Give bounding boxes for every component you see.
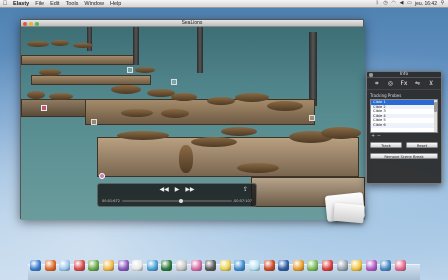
tracking-handle[interactable]	[127, 67, 133, 73]
elapsed-time: 00:01:672	[102, 199, 120, 203]
dock-app-icon[interactable]	[176, 260, 187, 271]
menu-extras: ᛒ ◷ ◠ ◀ ▭ jeu. 16:42 ⚲	[375, 1, 448, 7]
reset-button[interactable]: Reset	[406, 142, 438, 148]
video-window: SeaLions ◀◀ ▶ ▶▶ ⇪ 00:01:672 -00:07:107	[20, 19, 365, 220]
dock-app-icon[interactable]	[73, 260, 85, 271]
fx-icon[interactable]: Fx	[399, 80, 408, 87]
dock-app-icon[interactable]	[365, 260, 377, 271]
crop-icon[interactable]: ⌗	[372, 80, 381, 88]
dock-app-icon[interactable]	[219, 260, 231, 271]
dock-app-icon[interactable]	[278, 260, 290, 271]
target-icon[interactable]: ◎	[386, 80, 395, 87]
menu-tools[interactable]: Tools	[63, 1, 82, 7]
dock-app-icon[interactable]	[30, 260, 41, 271]
dock-app-icon[interactable]	[88, 260, 100, 271]
tool-row: ⌗ ◎ Fx ⇋ ⊻	[367, 78, 441, 90]
dock-app-icon[interactable]	[132, 260, 144, 271]
dock-app-icon[interactable]	[336, 260, 348, 271]
menu-clock[interactable]: jeu. 16:42	[415, 1, 437, 7]
apple-menu-icon[interactable]: 	[0, 1, 10, 7]
tracking-handle[interactable]	[171, 79, 177, 85]
window-titlebar[interactable]: SeaLions	[21, 20, 363, 27]
dock-app-icon[interactable]	[146, 260, 158, 271]
dock-app-icon[interactable]	[351, 260, 363, 271]
dock-app-icon[interactable]	[161, 260, 173, 271]
timemachine-icon[interactable]: ◷	[383, 1, 388, 6]
dock-app-icon[interactable]	[307, 260, 319, 271]
menu-file[interactable]: File	[32, 1, 47, 7]
dock-app-icon[interactable]	[292, 260, 304, 271]
playback-controller: ◀◀ ▶ ▶▶ ⇪ 00:01:672 -00:07:107	[97, 183, 257, 207]
list-item[interactable]: Cible 6	[371, 122, 437, 128]
remaining-time: -00:07:107	[232, 199, 252, 203]
info-panel-titlebar[interactable]: Info	[367, 72, 441, 78]
mirror-icon[interactable]: ⊻	[427, 80, 436, 87]
menu-edit[interactable]: Edit	[47, 1, 62, 7]
bluetooth-icon[interactable]: ᛒ	[375, 1, 380, 6]
tracking-probes-label: Tracking Probes	[370, 93, 402, 98]
tracking-probe-marker[interactable]	[41, 105, 47, 111]
dock-app-icon[interactable]	[395, 260, 406, 271]
play-icon[interactable]: ▶	[175, 186, 180, 193]
fast-forward-icon[interactable]: ▶▶	[185, 186, 194, 193]
info-panel: Info ⌗ ◎ Fx ⇋ ⊻ Tracking Probes Cible 1 …	[366, 71, 442, 184]
wifi-icon[interactable]: ◠	[391, 1, 396, 6]
dock-app-icon[interactable]	[103, 260, 114, 271]
dock-app-icon[interactable]	[234, 260, 246, 271]
share-icon[interactable]: ⇪	[243, 186, 248, 193]
tracking-probes-list[interactable]: Cible 1 Cible 2 Cible 3 Cible 4 Cible 5 …	[370, 99, 438, 133]
list-scrollbar[interactable]	[434, 100, 437, 132]
tracking-handle[interactable]	[309, 115, 315, 121]
rewind-icon[interactable]: ◀◀	[159, 186, 168, 193]
playback-scrubber[interactable]	[122, 199, 232, 203]
dock-app-icon[interactable]	[59, 260, 71, 271]
battery-icon[interactable]: ▭	[407, 1, 412, 6]
info-panel-title: Info	[399, 72, 409, 77]
dock-app-icon[interactable]	[322, 260, 333, 271]
blend-icon[interactable]: ⇋	[413, 80, 422, 87]
volume-icon[interactable]: ◀	[399, 1, 404, 6]
tracking-handle[interactable]	[91, 119, 97, 125]
dock-app-icon[interactable]	[117, 260, 129, 271]
window-title: SeaLions	[181, 20, 203, 26]
menu-help[interactable]: Help	[107, 1, 124, 7]
dock-app-icon[interactable]	[263, 260, 275, 271]
scrubber-knob[interactable]	[179, 199, 184, 203]
close-panel-icon[interactable]	[369, 73, 373, 77]
tracking-probe-marker[interactable]	[99, 173, 105, 179]
menu-app-name[interactable]: Elasty	[10, 1, 32, 7]
dock-app-icon[interactable]	[249, 260, 260, 271]
desktop-document-icon[interactable]	[333, 202, 365, 224]
track-button[interactable]: Track	[370, 142, 402, 148]
spotlight-icon[interactable]: ⚲	[440, 1, 445, 6]
dock-app-icon[interactable]	[205, 260, 217, 271]
dock-app-icon[interactable]	[190, 260, 202, 271]
menu-bar:  Elasty File Edit Tools Window Help ᛒ ◷…	[0, 0, 448, 8]
dock-app-icon[interactable]	[44, 260, 56, 271]
menu-window[interactable]: Window	[81, 1, 107, 7]
remove-scene-break-button[interactable]: Remove Scene Break	[370, 153, 438, 159]
dock-app-icon[interactable]	[380, 260, 392, 271]
